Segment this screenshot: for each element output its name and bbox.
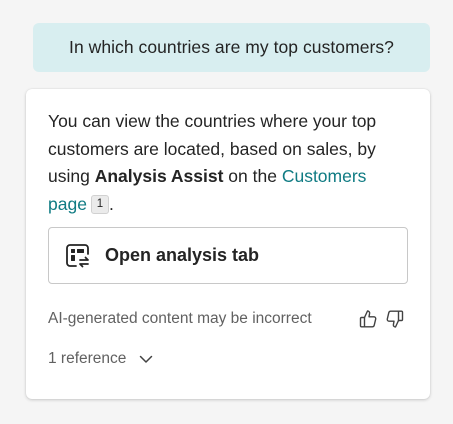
response-text-part2: on the xyxy=(223,166,282,186)
references-toggle[interactable]: 1 reference xyxy=(48,350,154,368)
analysis-assist-text: Analysis Assist xyxy=(94,166,224,186)
ai-disclaimer-text: AI-generated content may be incorrect xyxy=(48,310,312,327)
chevron-down-icon xyxy=(138,351,154,367)
user-message-bubble: In which countries are my top customers? xyxy=(33,23,430,72)
response-text: You can view the countries where your to… xyxy=(48,108,393,218)
open-analysis-tab-button[interactable]: Open analysis tab xyxy=(48,227,408,284)
response-text-end: . xyxy=(108,193,114,214)
thumbs-up-icon[interactable] xyxy=(358,308,378,330)
user-message-text: In which countries are my top customers? xyxy=(69,37,394,57)
thumbs-down-icon[interactable] xyxy=(385,308,405,330)
citation-badge[interactable]: 1 xyxy=(90,194,109,214)
open-analysis-tab-label: Open analysis tab xyxy=(105,245,260,265)
assistant-response-card: You can view the countries where your to… xyxy=(26,89,430,399)
references-label: 1 reference xyxy=(48,350,127,367)
open-analysis-tab-icon xyxy=(64,242,92,270)
